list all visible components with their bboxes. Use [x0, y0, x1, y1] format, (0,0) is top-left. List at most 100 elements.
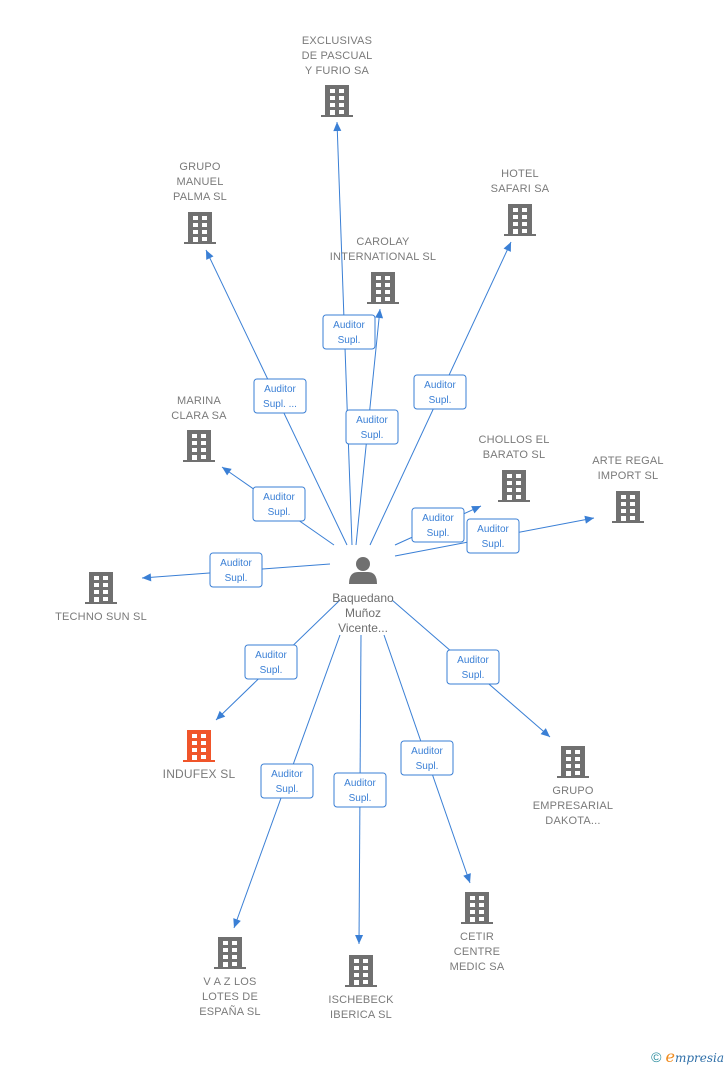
- company-name: EMPRESARIAL: [533, 800, 613, 812]
- company-node-indufex[interactable]: INDUFEX SL: [163, 730, 236, 781]
- edge-label-chollos[interactable]: Auditor Supl.: [411, 507, 465, 543]
- copyright-icon: ©: [651, 1048, 662, 1065]
- company-name: HOTEL: [501, 168, 539, 180]
- building-icon: [498, 470, 530, 502]
- company-name: MEDIC SA: [450, 961, 505, 973]
- edge-label-text: Auditor: [477, 524, 509, 535]
- company-node-carolay[interactable]: CAROLAY INTERNATIONAL SL: [330, 236, 437, 304]
- arrow-head-icon: [584, 515, 594, 524]
- edge-label-carolay[interactable]: Auditor Supl.: [345, 409, 399, 445]
- company-node-vaz-los-lotes[interactable]: V A Z LOS LOTES DE ESPAÑA SL: [199, 937, 261, 1018]
- footer-brand: © empresia: [651, 1047, 724, 1066]
- company-node-cetir[interactable]: CETIR CENTRE MEDIC SA: [450, 892, 505, 973]
- edge-label-text: Auditor: [220, 558, 252, 569]
- company-name: CETIR: [460, 931, 494, 943]
- arrow-head-icon: [333, 122, 342, 132]
- arrow-head-icon: [233, 918, 241, 928]
- arrow-head-icon: [222, 467, 232, 476]
- company-name: ARTE REGAL: [592, 455, 664, 467]
- edge-label-text: Supl.: [338, 335, 361, 346]
- company-name: V A Z LOS: [203, 976, 256, 988]
- edge-label-cetir[interactable]: Auditor Supl.: [400, 740, 454, 776]
- edge-label-text: Supl.: [260, 665, 283, 676]
- edge-label-text: Supl.: [225, 573, 248, 584]
- edge-label-text: Auditor: [424, 380, 456, 391]
- building-icon: [345, 955, 377, 987]
- arrow-head-icon: [355, 934, 364, 944]
- company-name: BARATO SL: [483, 449, 546, 461]
- edge-label-text: Supl. ...: [263, 399, 297, 410]
- building-icon: [184, 212, 216, 244]
- company-name: CLARA SA: [171, 410, 227, 422]
- edge-label-grupo-dakota[interactable]: Auditor Supl.: [446, 649, 500, 685]
- network-graph: EXCLUSIVAS DE PASCUAL Y FURIO SA GRUPO MANUE…: [55, 35, 664, 1021]
- edge-label-text: Supl.: [349, 793, 372, 804]
- edge-label-text: Auditor: [344, 778, 376, 789]
- edge-label-hotel-safari[interactable]: Auditor Supl.: [413, 374, 467, 410]
- company-name: INDUFEX SL: [163, 767, 236, 781]
- company-node-grupo-dakota[interactable]: GRUPO EMPRESARIAL DAKOTA...: [533, 746, 613, 827]
- arrow-head-icon: [463, 873, 471, 883]
- company-name: CHOLLOS EL: [478, 434, 549, 446]
- company-name: SAFARI SA: [491, 183, 550, 195]
- company-name: IBERICA SL: [330, 1009, 392, 1021]
- edge-label-text: Auditor: [255, 650, 287, 661]
- edge-label-marina-clara[interactable]: Auditor Supl.: [252, 486, 306, 522]
- building-icon: [214, 937, 246, 969]
- brand-initial: e: [665, 1047, 675, 1066]
- edge-label-text: Auditor: [333, 320, 365, 331]
- edge-label-text: Auditor: [422, 513, 454, 524]
- company-node-marina-clara[interactable]: MARINA CLARA SA: [171, 395, 227, 462]
- company-name: ISCHEBECK: [328, 994, 394, 1006]
- building-icon: [461, 892, 493, 924]
- company-node-hotel-safari[interactable]: HOTEL SAFARI SA: [491, 168, 550, 236]
- person-name: Vicente...: [338, 621, 388, 635]
- company-node-exclusivas[interactable]: EXCLUSIVAS DE PASCUAL Y FURIO SA: [302, 35, 373, 117]
- company-node-grupo-manuel[interactable]: GRUPO MANUEL PALMA SL: [173, 161, 227, 244]
- edge-label-text: Supl.: [276, 784, 299, 795]
- company-name: GRUPO: [179, 161, 221, 173]
- person-node[interactable]: BaquedanoMuñozVicente...: [332, 557, 394, 635]
- building-icon: [367, 272, 399, 304]
- arrow-head-icon: [375, 309, 384, 319]
- building-icon: [557, 746, 589, 778]
- edge-label-text: Supl.: [427, 528, 450, 539]
- edge-label-exclusivas[interactable]: Auditor Supl.: [322, 314, 376, 350]
- company-name: MANUEL: [176, 176, 223, 188]
- edge-label-indufex[interactable]: Auditor Supl.: [244, 644, 298, 680]
- edge-label-text: Supl.: [361, 430, 384, 441]
- edge-label-techno-sun[interactable]: Auditor Supl.: [209, 552, 263, 588]
- person-icon: [349, 557, 377, 584]
- company-name: IMPORT SL: [598, 470, 659, 482]
- company-name: INTERNATIONAL SL: [330, 251, 437, 263]
- edge-label-ischebeck[interactable]: Auditor Supl.: [333, 772, 387, 808]
- company-node-ischebeck[interactable]: ISCHEBECK IBERICA SL: [328, 955, 394, 1021]
- company-name: GRUPO: [552, 785, 594, 797]
- arrow-head-icon: [142, 573, 152, 582]
- edge-label-vaz-los-lotes[interactable]: Auditor Supl.: [260, 763, 314, 799]
- edge-label-text: Auditor: [457, 655, 489, 666]
- building-icon: [504, 204, 536, 236]
- person-name: Baquedano: [332, 591, 394, 605]
- company-node-arte-regal[interactable]: ARTE REGAL IMPORT SL: [592, 455, 664, 523]
- edge-label-text: Auditor: [271, 769, 303, 780]
- building-icon: [183, 730, 215, 762]
- brand-logo[interactable]: empresia: [665, 1047, 724, 1066]
- company-name: TECHNO SUN SL: [55, 611, 147, 623]
- company-name: DAKOTA...: [545, 815, 600, 827]
- building-icon: [321, 85, 353, 117]
- edge-label-text: Supl.: [416, 761, 439, 772]
- edge-label-text: Auditor: [263, 492, 295, 503]
- edge-label-arte-regal[interactable]: Auditor Supl.: [466, 518, 520, 554]
- edge-label-text: Supl.: [482, 539, 505, 550]
- edge-label-text: Auditor: [356, 415, 388, 426]
- building-icon: [85, 572, 117, 604]
- edge-label-text: Auditor: [264, 384, 296, 395]
- company-name: EXCLUSIVAS: [302, 35, 372, 47]
- company-node-chollos[interactable]: CHOLLOS EL BARATO SL: [478, 434, 549, 502]
- company-node-techno-sun[interactable]: TECHNO SUN SL: [55, 572, 147, 623]
- company-name: ESPAÑA SL: [199, 1005, 261, 1018]
- edge-label-grupo-manuel[interactable]: Auditor Supl. ...: [253, 378, 307, 414]
- company-name: PALMA SL: [173, 191, 227, 203]
- company-name: DE PASCUAL: [302, 50, 373, 62]
